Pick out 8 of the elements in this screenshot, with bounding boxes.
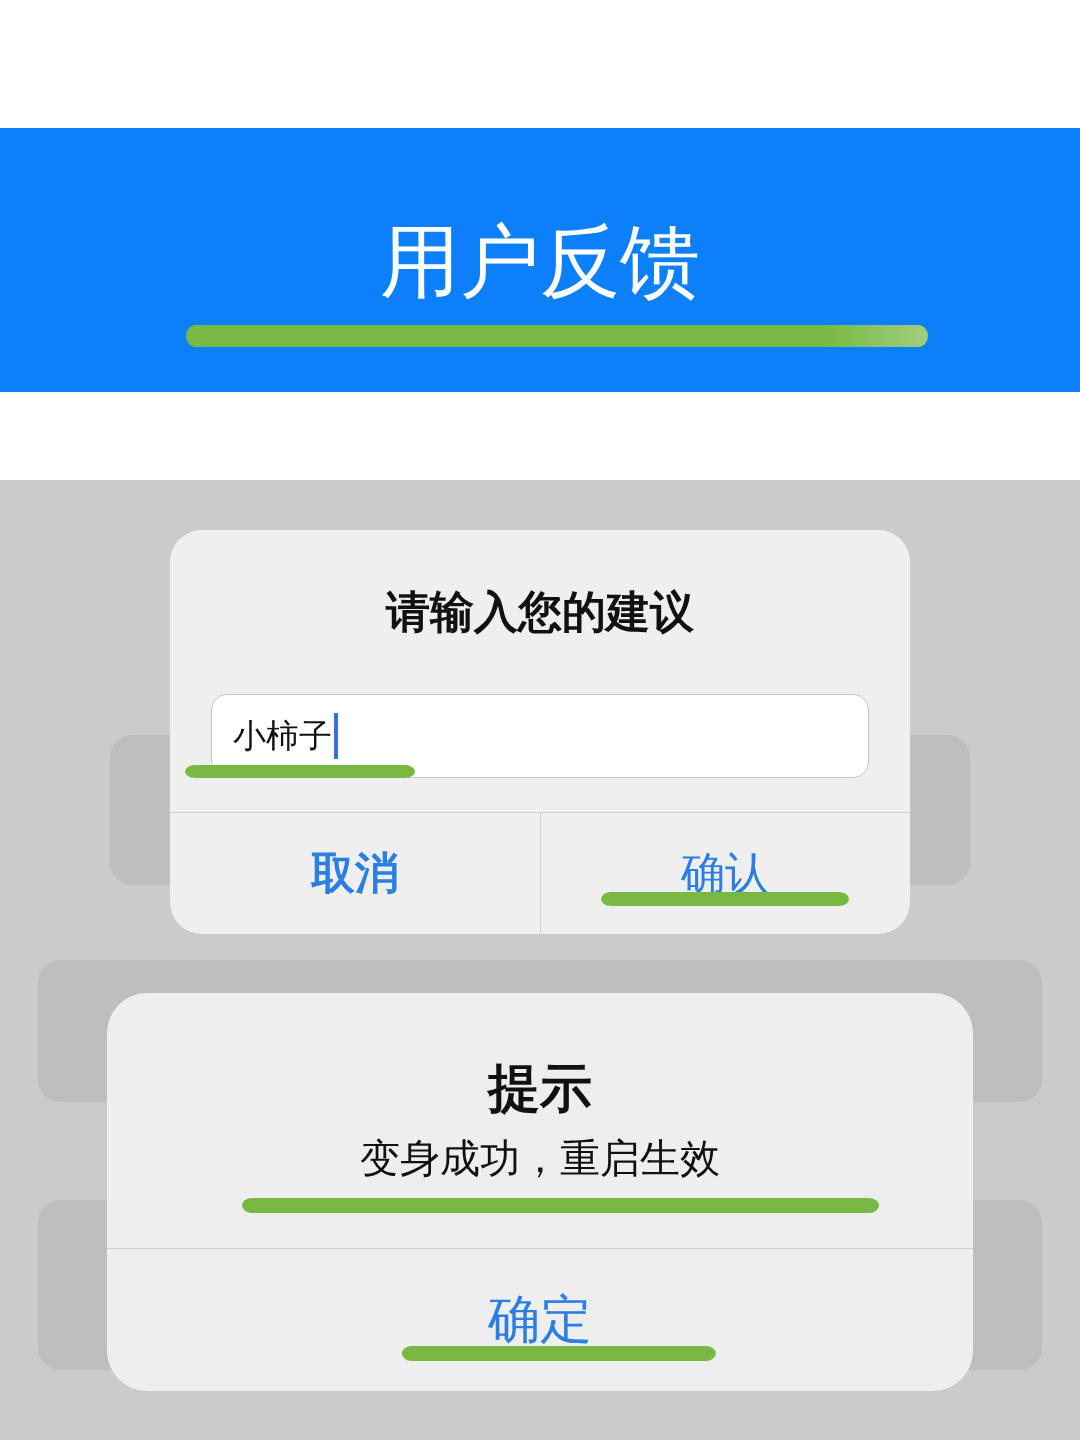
dialog-message: 变身成功，重启生效 [360,1134,720,1182]
input-field[interactable]: 小柿子 [211,694,869,778]
cancel-button[interactable]: 取消 [170,813,540,934]
confirm-button[interactable]: 确认 [540,813,910,934]
dialog-title: 提示 [488,1057,592,1119]
banner-title: 用户反馈 [380,222,700,302]
dialog-title: 请输入您的建议 [386,585,694,638]
ok-button[interactable]: 确定 [107,1249,973,1391]
